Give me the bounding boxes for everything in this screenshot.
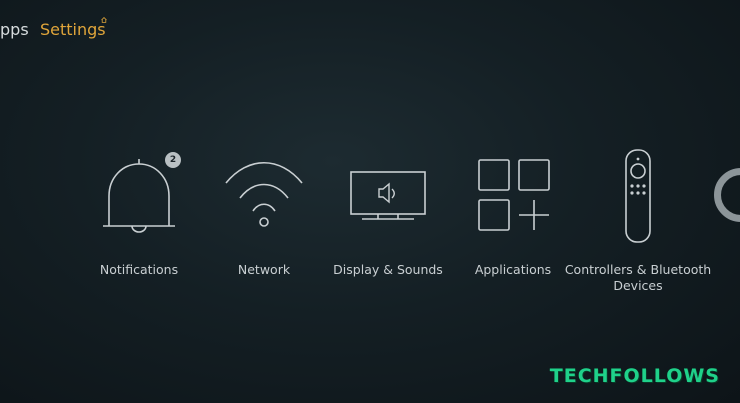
- apps-grid-icon: [478, 159, 550, 231]
- tile-network[interactable]: Network: [204, 148, 324, 308]
- nav-item-apps[interactable]: pps: [0, 20, 29, 39]
- tile-applications[interactable]: Applications: [453, 148, 573, 308]
- wifi-icon: [225, 162, 303, 227]
- tile-label: Controllers & Bluetooth Devices: [564, 262, 712, 293]
- tile-display-sounds[interactable]: Display & Sounds: [328, 148, 448, 308]
- watermark-logo: TECHFOLLOWS: [549, 365, 720, 387]
- tile-controllers-bluetooth[interactable]: Controllers & Bluetooth Devices: [565, 148, 711, 308]
- settings-tiles: Notifications Network Display & Sounds A…: [0, 148, 740, 308]
- tile-notifications[interactable]: Notifications: [79, 148, 199, 308]
- remote-control-icon: [625, 149, 651, 243]
- tv-speaker-icon: [350, 171, 426, 220]
- home-indicator-icon: [101, 17, 107, 23]
- notification-count-badge: 2: [165, 152, 181, 168]
- nav-item-settings[interactable]: Settings: [40, 20, 106, 39]
